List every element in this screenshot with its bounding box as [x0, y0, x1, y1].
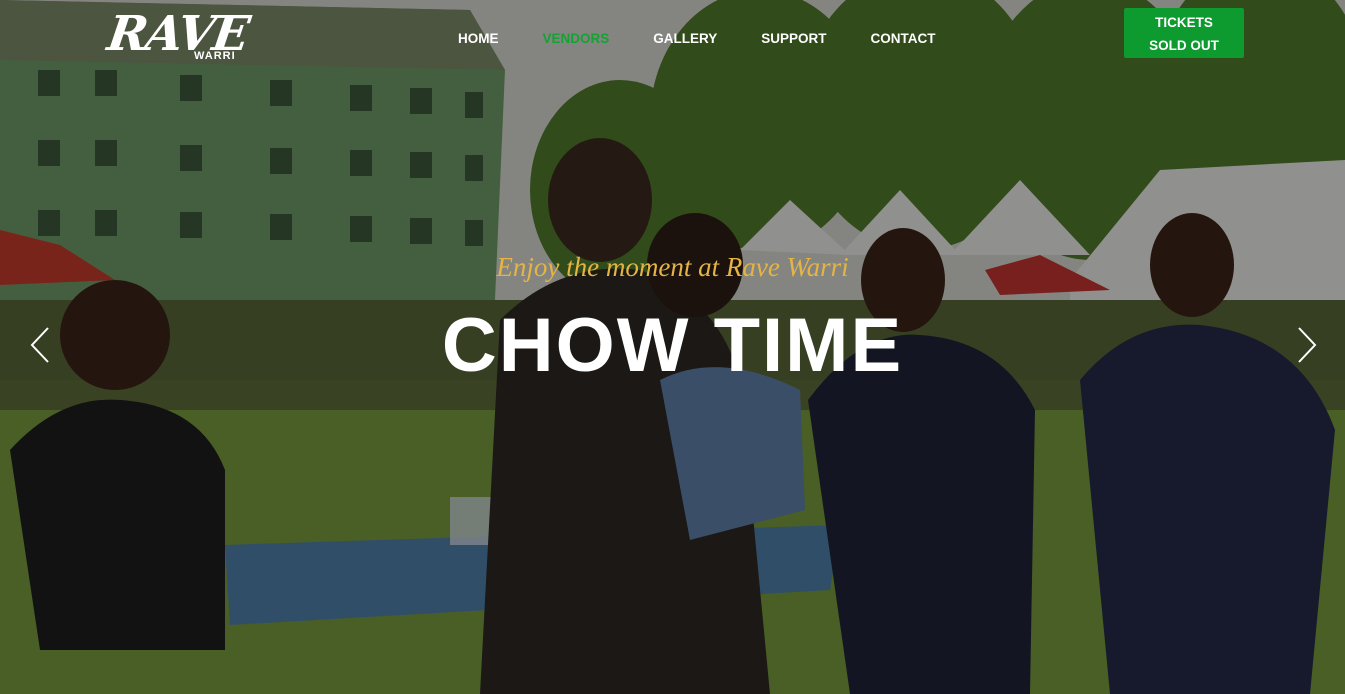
nav-contact[interactable]: CONTACT	[871, 31, 936, 46]
nav-support[interactable]: SUPPORT	[761, 31, 826, 46]
logo-subtitle: WARRI	[194, 50, 236, 62]
brand-logo[interactable]: RAVE WARRI	[104, 4, 251, 74]
chevron-right-icon	[1298, 327, 1317, 363]
nav-gallery[interactable]: GALLERY	[653, 31, 717, 46]
tickets-button-line1: TICKETS	[1155, 15, 1213, 30]
tickets-button-line2: SOLD OUT	[1149, 38, 1219, 53]
nav-vendors[interactable]: VENDORS	[543, 31, 610, 46]
slider-next-button[interactable]	[1295, 325, 1319, 365]
slide-headline: CHOW TIME	[441, 303, 904, 388]
nav-home[interactable]: HOME	[458, 31, 499, 46]
main-navigation: HOME VENDORS GALLERY SUPPORT CONTACT	[458, 31, 980, 46]
tickets-sold-out-button[interactable]: TICKETS SOLD OUT	[1124, 8, 1244, 58]
slide-tagline: Enjoy the moment at Rave Warri	[496, 252, 849, 282]
slider-prev-button[interactable]	[28, 325, 52, 365]
chevron-left-icon	[30, 327, 49, 363]
